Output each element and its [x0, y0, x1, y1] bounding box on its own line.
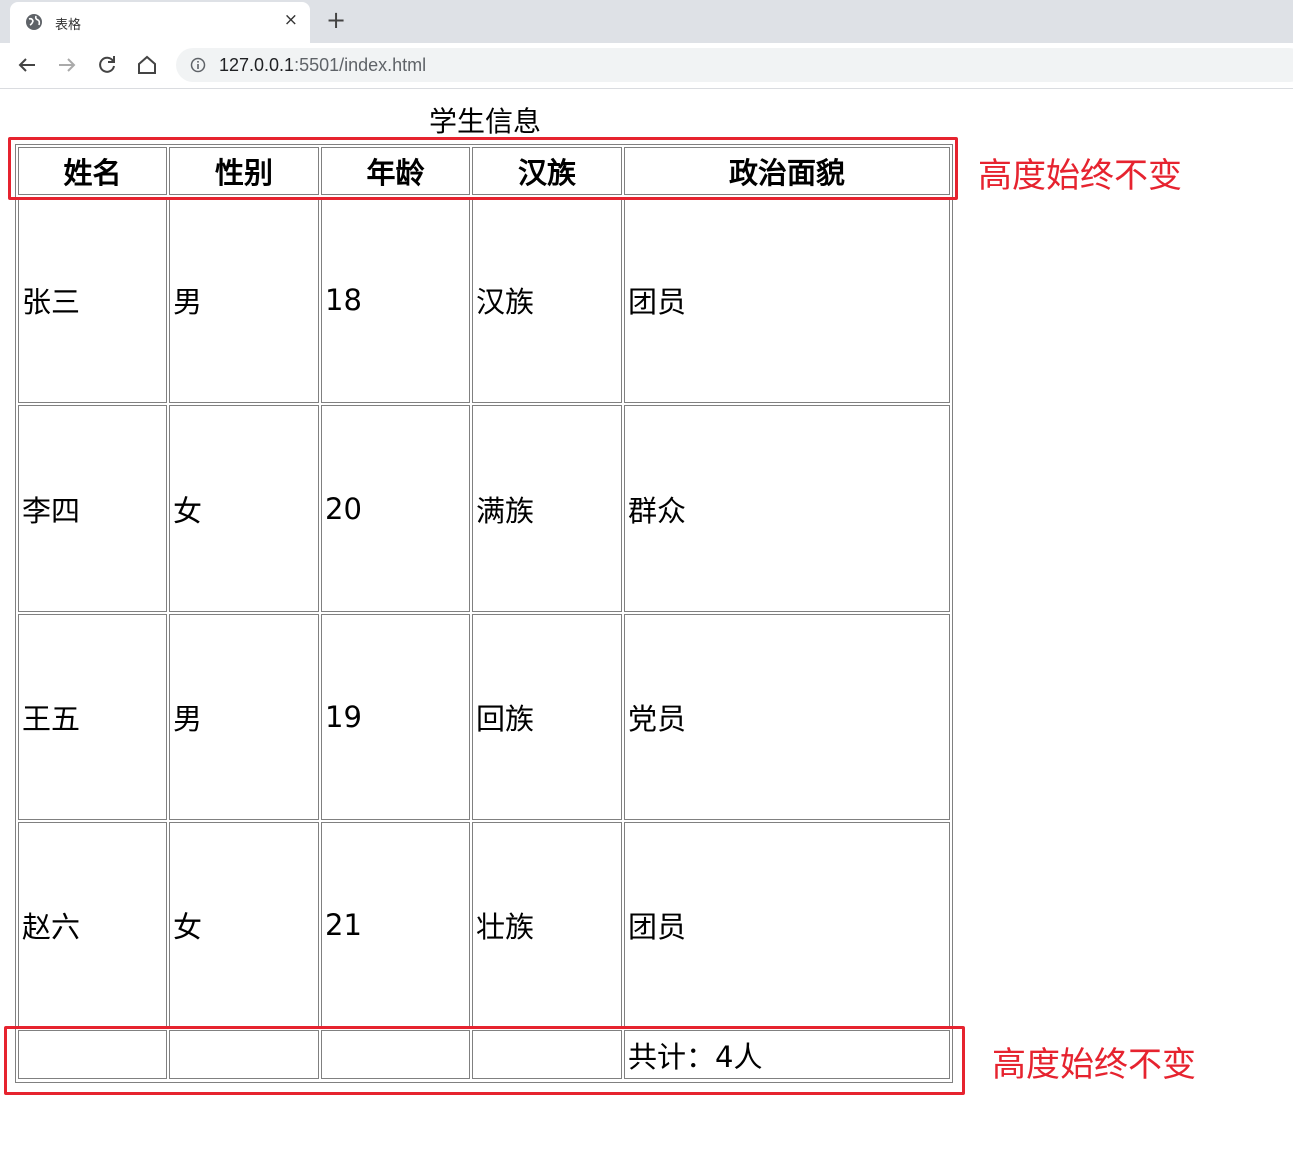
info-icon[interactable]	[190, 57, 206, 73]
table-cell: 团员	[624, 197, 950, 403]
url-path: :5501/index.html	[294, 55, 427, 75]
footer-annotation: 高度始终不变	[992, 1045, 1196, 1085]
table-cell: 团员	[624, 822, 950, 1028]
browser-toolbar: 127.0.0.1:5501/index.html	[0, 43, 1293, 89]
table-cell: 满族	[472, 405, 622, 612]
table-cell: 21	[321, 822, 470, 1028]
tab-close-icon[interactable]: ×	[284, 10, 298, 30]
table-cell: 18	[321, 197, 470, 403]
header-highlight-box	[8, 137, 958, 200]
table-cell: 壮族	[472, 822, 622, 1028]
url-text: 127.0.0.1:5501/index.html	[219, 55, 426, 76]
address-bar[interactable]: 127.0.0.1:5501/index.html	[176, 48, 1293, 82]
table-cell: 汉族	[472, 197, 622, 403]
table-cell: 张三	[18, 197, 167, 403]
table-cell: 回族	[472, 614, 622, 820]
table-cell: 女	[169, 822, 319, 1028]
table-cell: 女	[169, 405, 319, 612]
table-cell: 王五	[18, 614, 167, 820]
globe-icon	[26, 14, 42, 30]
table-cell: 群众	[624, 405, 950, 612]
table-cell: 男	[169, 614, 319, 820]
header-annotation: 高度始终不变	[978, 156, 1182, 196]
new-tab-button[interactable]: +	[326, 6, 346, 34]
tab-title: 表格	[55, 18, 82, 33]
footer-highlight-box	[4, 1026, 965, 1095]
tab-strip: 表格 × +	[0, 0, 1293, 43]
table-caption: 学生信息	[428, 105, 541, 138]
home-icon[interactable]	[135, 53, 159, 77]
table-cell: 20	[321, 405, 470, 612]
back-arrow-icon[interactable]	[15, 53, 39, 77]
url-host: 127.0.0.1	[219, 55, 295, 75]
table-cell: 党员	[624, 614, 950, 820]
table-cell: 李四	[18, 405, 167, 612]
browser-tab[interactable]: 表格 ×	[10, 2, 310, 43]
forward-arrow-icon[interactable]	[55, 53, 79, 77]
reload-icon[interactable]	[95, 53, 119, 77]
table-cell: 男	[169, 197, 319, 403]
table-cell: 赵六	[18, 822, 167, 1028]
table-cell: 19	[321, 614, 470, 820]
